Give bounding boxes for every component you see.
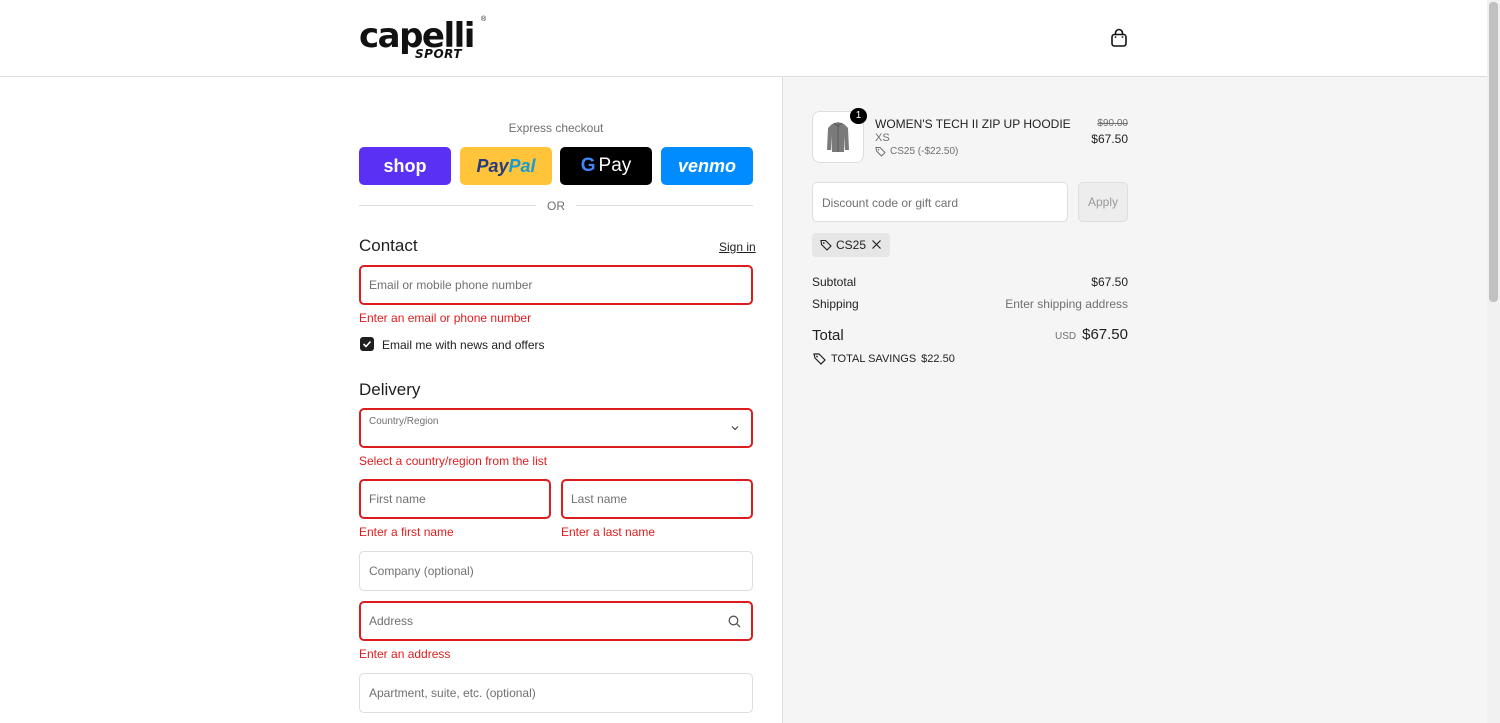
country-error: Select a country/region from the list (359, 454, 548, 468)
paypal-label-pay: Pay (476, 155, 509, 176)
email-placeholder: Email or mobile phone number (369, 278, 533, 292)
shopping-bag-icon[interactable] (1110, 28, 1128, 48)
chevron-down-icon (731, 426, 739, 431)
page-scrollbar[interactable] (1487, 0, 1500, 723)
tag-icon (813, 353, 826, 365)
venmo-button[interactable]: venmo (661, 147, 753, 185)
total-amount: $67.50 (1082, 326, 1128, 343)
first-name-field[interactable]: First name (359, 479, 551, 519)
paypal-label-pal: Pal (508, 155, 536, 176)
or-separator: OR (547, 199, 565, 213)
delivery-heading: Delivery (359, 380, 421, 399)
first-name-error: Enter a first name (359, 525, 454, 539)
sign-in-link[interactable]: Sign in (719, 240, 756, 254)
discounted-price: $67.50 (1091, 132, 1128, 146)
total-label: Total (812, 327, 844, 344)
product-discount: CS25 (-$22.50) (875, 146, 958, 157)
google-pay-button[interactable]: G Pay (560, 147, 652, 185)
search-icon (728, 615, 741, 628)
site-header: capelli SPORT ® (0, 0, 1487, 77)
logo-registered-mark: ® (481, 16, 487, 23)
subtotal-value: $67.50 (1091, 275, 1128, 289)
last-name-placeholder: Last name (571, 492, 628, 506)
tag-icon (820, 239, 832, 251)
email-error: Enter an email or phone number (359, 311, 532, 325)
newsletter-checkbox[interactable] (360, 337, 374, 351)
company-field[interactable]: Company (optional) (359, 551, 753, 591)
subtotal-label: Subtotal (812, 275, 857, 289)
gpay-label: Pay (598, 155, 632, 176)
express-checkout-label: Express checkout (508, 121, 604, 135)
capelli-sport-logo[interactable]: capelli SPORT ® (359, 16, 489, 62)
newsletter-label: Email me with news and offers (382, 338, 545, 352)
product-discount-text: CS25 (-$22.50) (890, 146, 959, 157)
savings-label: TOTAL SAVINGS (831, 352, 917, 365)
discount-code-input[interactable]: Discount code or gift card (812, 182, 1068, 222)
divider-right (576, 205, 753, 206)
address-field[interactable]: Address (359, 601, 753, 641)
total-savings: TOTAL SAVINGS $22.50 (813, 352, 955, 365)
apply-discount-button[interactable]: Apply (1078, 182, 1128, 222)
address-error: Enter an address (359, 647, 451, 661)
remove-discount-close-icon[interactable] (871, 239, 882, 250)
logo-subtext: SPORT (415, 47, 463, 61)
quantity-badge: 1 (850, 108, 867, 124)
savings-value: $22.50 (921, 352, 955, 365)
applied-discount-chip: CS25 (812, 233, 890, 257)
email-field[interactable]: Email or mobile phone number (359, 265, 753, 305)
last-name-error: Enter a last name (561, 525, 656, 539)
product-variant: XS (875, 132, 890, 144)
divider-left (359, 205, 536, 206)
apartment-field[interactable]: Apartment, suite, etc. (optional) (359, 673, 753, 713)
paypal-button[interactable]: Pay Pal (460, 147, 552, 185)
total-currency: USD (1054, 331, 1077, 342)
applied-code: CS25 (836, 238, 867, 252)
total-value-group: USD $67.50 (1055, 326, 1128, 343)
tag-icon (875, 147, 886, 157)
company-placeholder: Company (optional) (369, 564, 474, 578)
contact-heading: Contact (359, 236, 418, 255)
google-g-icon: G (580, 155, 596, 176)
address-placeholder: Address (369, 614, 414, 628)
shipping-value: Enter shipping address (1005, 297, 1128, 311)
apartment-placeholder: Apartment, suite, etc. (optional) (369, 686, 536, 700)
country-label: Country/Region (369, 416, 439, 427)
shipping-label: Shipping (812, 297, 859, 311)
country-select[interactable]: Country/Region (359, 408, 753, 448)
original-price: $90.00 (1097, 118, 1128, 129)
last-name-field[interactable]: Last name (561, 479, 753, 519)
scrollbar-thumb[interactable] (1489, 2, 1498, 302)
discount-placeholder: Discount code or gift card (822, 196, 959, 210)
first-name-placeholder: First name (369, 492, 426, 506)
shop-pay-button[interactable]: shop (359, 147, 451, 185)
product-name: WOMEN'S TECH II ZIP UP HOODIE (875, 117, 1071, 131)
order-summary-panel (782, 77, 1487, 723)
